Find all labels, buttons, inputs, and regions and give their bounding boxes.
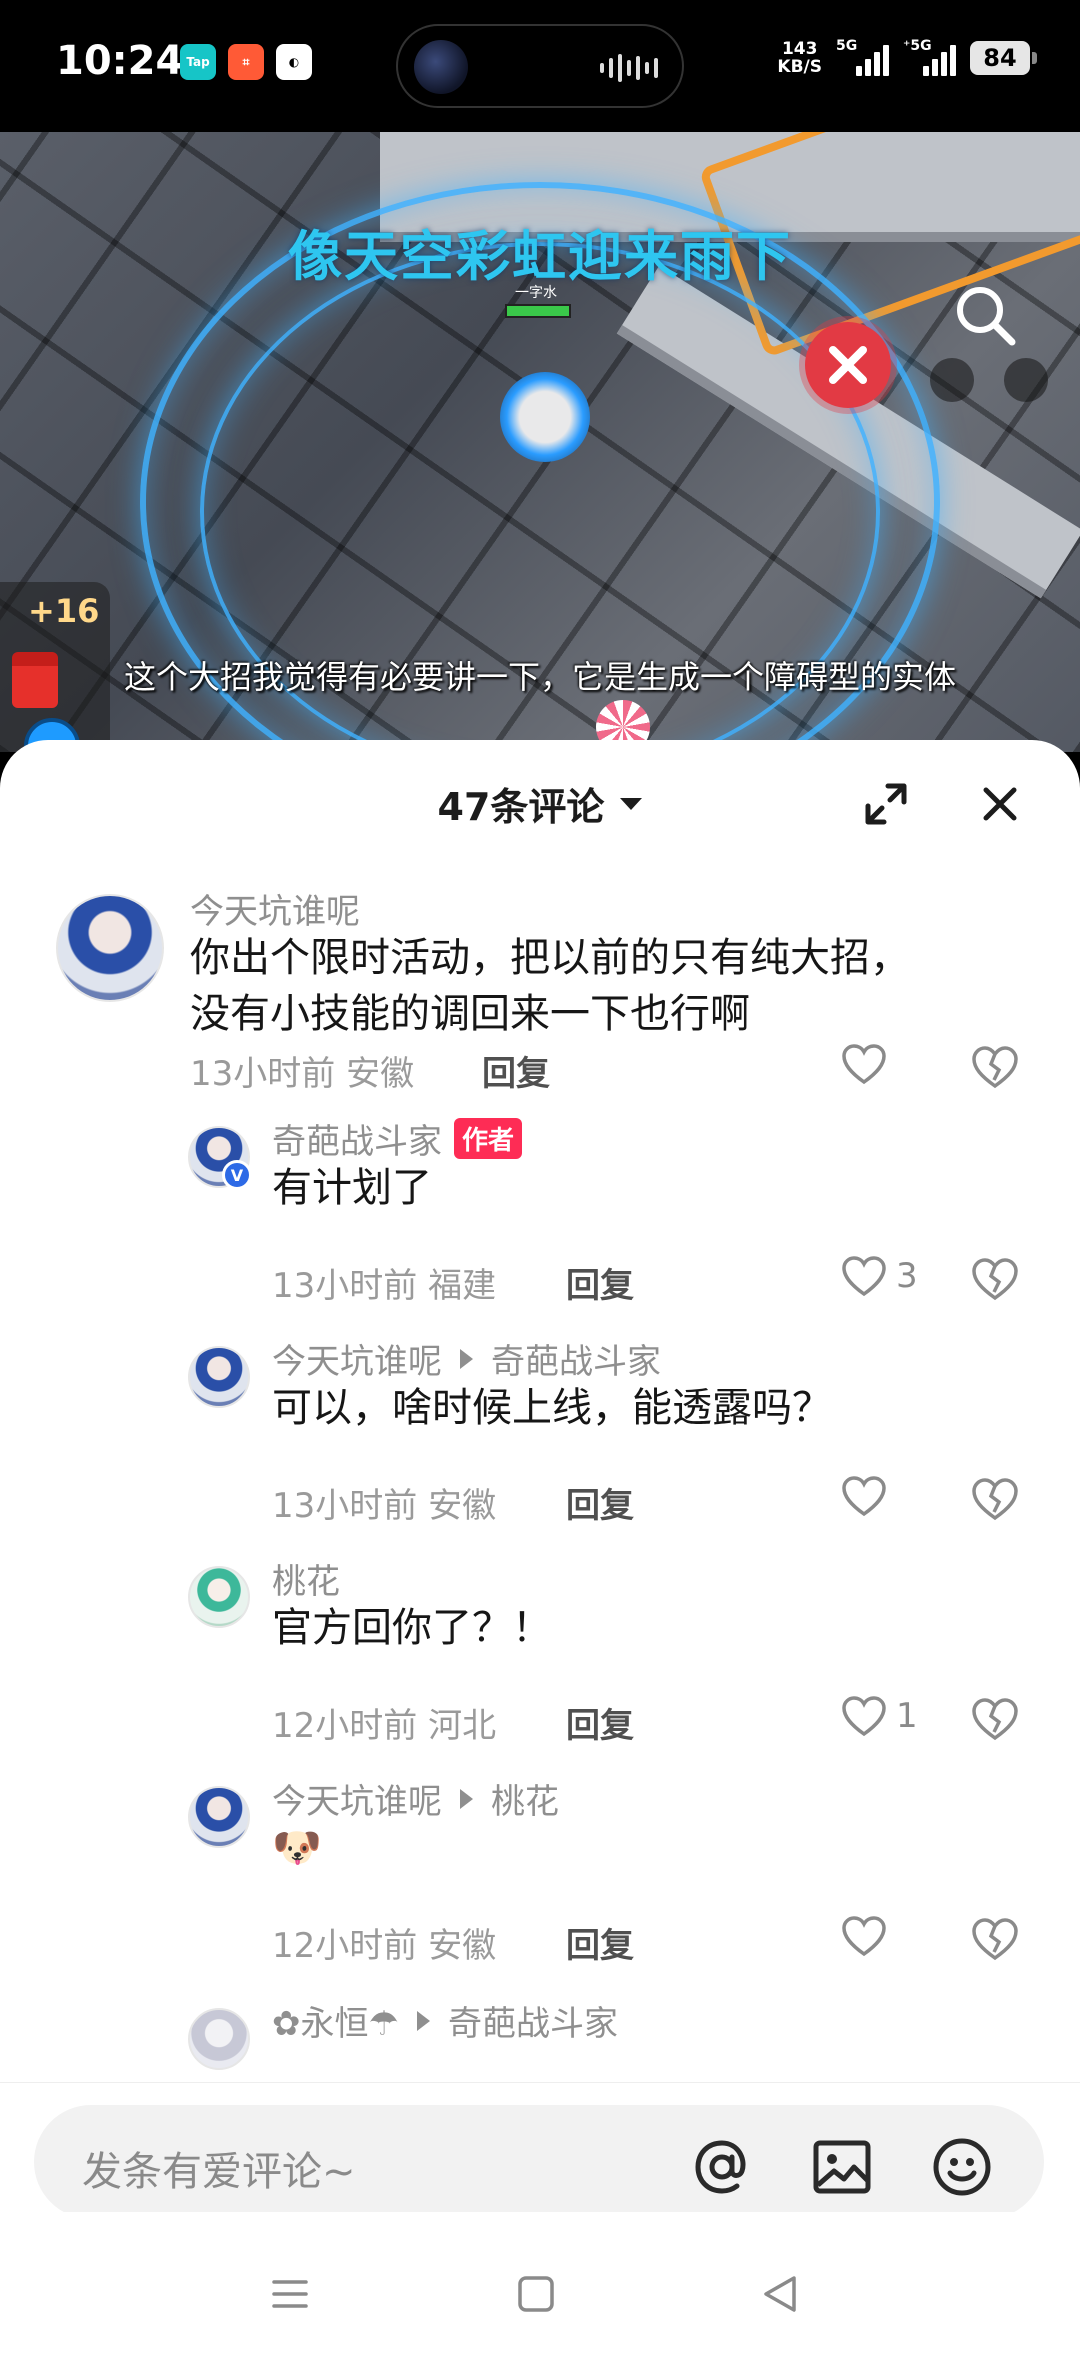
comment-item: 桃花 官方回你了？！ 12小时前 河北 回复 1 [0, 1550, 1080, 1770]
avatar[interactable] [56, 894, 164, 1002]
comment-meta: 13小时前 福建 [272, 1266, 497, 1306]
avatar[interactable] [188, 1566, 250, 1628]
emote-icon[interactable] [1004, 358, 1048, 402]
reply-button[interactable]: 回复 [482, 1046, 550, 1095]
avatar[interactable] [188, 1786, 250, 1848]
video-player[interactable]: 一字水 像天空彩虹迎来雨下 这个大招我觉得有必要讲一下，它是生成一个障碍型的实体… [0, 132, 1080, 752]
video-subtitle: 这个大招我觉得有必要讲一下，它是生成一个障碍型的实体 [123, 658, 956, 696]
comment-username[interactable]: 今天坑谁呢 桃花 [272, 1774, 559, 1823]
search-icon[interactable] [950, 280, 1020, 350]
reply-arrow-icon [460, 1788, 473, 1809]
heart-icon [842, 1256, 886, 1297]
battery-icon: 84 [970, 41, 1037, 75]
comment-username[interactable]: 今天坑谁呢 [190, 884, 360, 933]
comment-username[interactable]: 今天坑谁呢 奇葩战斗家 [272, 1334, 661, 1383]
comment-username[interactable]: 桃花 [272, 1554, 340, 1603]
like-button[interactable] [840, 1042, 896, 1086]
emoji-icon[interactable] [930, 2135, 991, 2196]
broken-heart-icon[interactable] [970, 1256, 1020, 1302]
comment-meta: 12小时前 河北 [272, 1706, 497, 1746]
comment-list[interactable]: 今天坑谁呢 你出个限时活动，把以前的只有纯大招， 没有小技能的调回来一下也行啊 … [0, 880, 1080, 2080]
status-indicators: 143 KB/S 5G ⁺5G 84 [777, 38, 1037, 77]
game-hero [500, 372, 590, 462]
system-nav-bar [0, 2212, 1080, 2375]
verified-icon: V [222, 1160, 252, 1190]
comment-meta: 12小时前 安徽 [272, 1926, 497, 1966]
reply-target[interactable]: 奇葩战斗家 [448, 1996, 618, 2045]
comment-username[interactable]: 奇葩战斗家 作者 [272, 1114, 523, 1163]
comment-text: 有计划了 [272, 1165, 432, 1211]
reply-target[interactable]: 奇葩战斗家 [491, 1334, 661, 1383]
reply-arrow-icon [460, 1348, 473, 1369]
comment-item: 今天坑谁呢 奇葩战斗家 可以，啥时候上线，能透露吗？ 13小时前 安徽 回复 [0, 1330, 1080, 1550]
home-icon[interactable] [516, 2274, 556, 2314]
comment-emoji: 🐶 [272, 1825, 322, 1871]
hero-health-bar [505, 304, 571, 318]
reply-button[interactable]: 回复 [566, 1478, 634, 1527]
avatar[interactable] [188, 1346, 250, 1408]
video-title: 像天空彩虹迎来雨下 [288, 225, 792, 288]
chevron-down-icon [620, 797, 643, 810]
game-close-icon [805, 322, 891, 408]
comment-text: 你出个限时活动，把以前的只有纯大招， 没有小技能的调回来一下也行啊 [190, 935, 910, 1037]
expand-icon[interactable] [862, 780, 910, 828]
dynamic-island[interactable] [396, 24, 684, 108]
broken-heart-icon[interactable] [970, 1044, 1020, 1090]
broken-heart-icon[interactable] [970, 1696, 1020, 1742]
comments-header: 47条评论 [0, 740, 1080, 860]
like-button[interactable]: 3 [840, 1254, 918, 1298]
like-count: 3 [896, 1256, 918, 1296]
comment-count[interactable]: 47条评论 [0, 776, 1080, 831]
comment-text: 可以，啥时候上线，能透露吗？ [272, 1385, 832, 1431]
heart-icon [842, 1916, 886, 1957]
reply-target[interactable]: 桃花 [491, 1774, 559, 1823]
status-bar: 10:24 Tap ⌗ ◐ 143 KB/S 5G ⁺5G 84 [0, 0, 1080, 132]
comment-input-bar: 发条有爱评论~ [0, 2082, 1080, 2219]
bonus-counter: +16 [28, 592, 100, 630]
status-time: 10:24 [56, 38, 184, 84]
chat-icon[interactable] [930, 358, 974, 402]
comment-username[interactable]: ✿永恒☂ 奇葩战斗家 [272, 1996, 618, 2045]
like-button[interactable] [840, 1914, 896, 1958]
reply-button[interactable]: 回复 [566, 1918, 634, 1967]
comment-item: 今天坑谁呢 你出个限时活动，把以前的只有纯大招， 没有小技能的调回来一下也行啊 … [0, 880, 1080, 1110]
reply-button[interactable]: 回复 [566, 1698, 634, 1747]
image-icon[interactable] [810, 2135, 871, 2195]
comment-input-placeholder: 发条有爱评论~ [82, 2149, 356, 2195]
reply-arrow-icon [416, 2010, 430, 2031]
at-icon[interactable] [690, 2135, 750, 2195]
network-speed: 143 KB/S [777, 39, 822, 77]
author-badge: 作者 [454, 1118, 523, 1159]
status-app-icons: Tap ⌗ ◐ [180, 44, 312, 80]
broken-heart-icon[interactable] [970, 1476, 1020, 1522]
orange-app-icon: ⌗ [228, 44, 264, 80]
red-packet-icon[interactable] [12, 652, 58, 708]
white-app-icon: ◐ [276, 44, 312, 80]
comment-meta: 13小时前 安徽 [272, 1486, 497, 1526]
menu-icon[interactable] [270, 2274, 310, 2314]
broken-heart-icon[interactable] [970, 1916, 1020, 1962]
reply-button[interactable]: 回复 [566, 1258, 634, 1307]
audio-wave-icon [600, 54, 658, 82]
comment-text: 官方回你了？！ [272, 1605, 552, 1651]
comment-item: ✿永恒☂ 奇葩战斗家 [0, 1992, 1080, 2080]
heart-icon [842, 1696, 886, 1737]
like-button[interactable]: 1 [840, 1694, 918, 1738]
comment-item: 今天坑谁呢 桃花 🐶 12小时前 安徽 回复 [0, 1770, 1080, 1990]
avatar[interactable] [188, 2008, 250, 2070]
taptap-app-icon: Tap [180, 44, 216, 80]
like-button[interactable] [840, 1474, 896, 1518]
comment-item: V 奇葩战斗家 作者 有计划了 13小时前 福建 回复 3 [0, 1110, 1080, 1330]
camera-icon [414, 40, 468, 94]
signal-icon: 5G [836, 38, 889, 76]
like-count: 1 [896, 1696, 918, 1736]
back-icon[interactable] [760, 2274, 800, 2314]
signal-icon-2: ⁺5G [903, 38, 956, 76]
heart-icon [842, 1044, 886, 1085]
close-icon[interactable] [974, 778, 1026, 830]
comment-meta: 13小时前 安徽 [190, 1054, 415, 1094]
heart-icon [842, 1476, 886, 1517]
comment-input[interactable]: 发条有爱评论~ [34, 2105, 1044, 2219]
